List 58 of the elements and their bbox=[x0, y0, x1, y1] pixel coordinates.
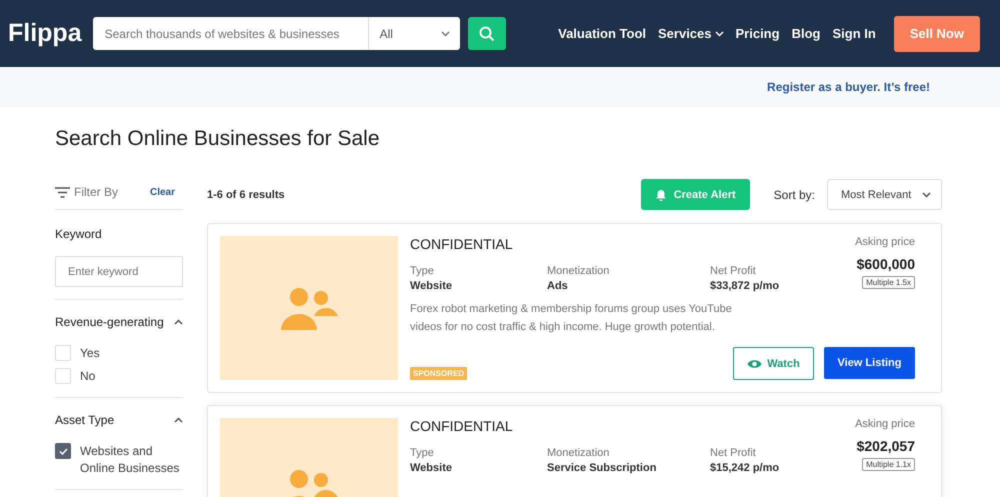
field-value: $15,242 p/mo bbox=[710, 462, 780, 474]
field-label: Net Profit bbox=[710, 265, 757, 277]
category-dropdown[interactable]: All bbox=[368, 17, 460, 50]
checkbox[interactable] bbox=[55, 443, 71, 459]
field-value: Ads bbox=[547, 280, 569, 292]
listing-title: CONFIDENTIAL bbox=[410, 418, 514, 434]
search-field[interactable]: Search thousands of websites & businesses bbox=[92, 17, 368, 50]
search-icon bbox=[478, 26, 495, 42]
people-icon bbox=[280, 286, 338, 330]
nav-link[interactable]: Blog bbox=[792, 26, 820, 41]
nav-link[interactable]: Services bbox=[658, 26, 724, 41]
multiple-tag: Multiple 1.1x bbox=[862, 458, 915, 471]
section-title: Keyword bbox=[55, 227, 102, 241]
sponsored-badge: SPONSORED bbox=[410, 367, 468, 380]
field-label: Net Profit bbox=[710, 447, 757, 459]
eye-icon bbox=[747, 358, 762, 368]
field-value: Website bbox=[410, 462, 453, 474]
nav-link[interactable]: Sign In bbox=[832, 26, 876, 41]
search-button[interactable] bbox=[468, 17, 506, 50]
price: $202,057 bbox=[856, 438, 915, 454]
field-value: Website bbox=[410, 280, 453, 292]
filter-label: Filter By bbox=[55, 185, 118, 199]
price: $600,000 bbox=[856, 256, 915, 272]
chevron-up-icon bbox=[174, 319, 183, 325]
asking-price-label: Asking price bbox=[855, 418, 915, 430]
keyword-field[interactable]: Enter keyword bbox=[55, 256, 183, 287]
view-listing-button[interactable]: View Listing bbox=[824, 347, 915, 379]
field-label: Type bbox=[410, 447, 435, 459]
checkbox-label: Yes bbox=[80, 345, 100, 362]
sort-dropdown[interactable]: Most Relevant bbox=[827, 179, 942, 210]
field-label: Monetization bbox=[547, 265, 610, 277]
check-icon bbox=[58, 448, 68, 454]
field-value: $33,872 p/mo bbox=[710, 280, 780, 292]
listing-title: CONFIDENTIAL bbox=[410, 236, 514, 252]
chevron-up-icon bbox=[174, 417, 183, 423]
nav-link[interactable]: Pricing bbox=[736, 26, 780, 41]
filter-icon bbox=[55, 186, 70, 198]
bell-icon bbox=[654, 188, 667, 200]
clear-link[interactable]: Clear bbox=[150, 186, 175, 198]
chevron-down-icon bbox=[922, 192, 931, 198]
chevron-down-icon bbox=[440, 30, 450, 36]
section-title: Revenue-generating bbox=[55, 315, 164, 329]
chevron-down-icon bbox=[714, 30, 724, 36]
logo[interactable]: Flippa bbox=[8, 19, 82, 48]
checkbox-label: No bbox=[80, 368, 96, 385]
results-count: 1-6 of 6 results bbox=[207, 188, 285, 200]
sort-label: Sort by: bbox=[774, 188, 815, 202]
listing-description: Forex robot marketing & membership forums group uses YouTube videos for no cost traffic & high income. Huge growth potential. bbox=[410, 302, 733, 335]
section-title: Asset Type bbox=[55, 413, 114, 427]
multiple-tag: Multiple 1.5x bbox=[862, 276, 915, 289]
field-value: Service Subscription bbox=[547, 462, 658, 474]
asking-price-label: Asking price bbox=[855, 236, 915, 248]
nav-link[interactable]: Valuation Tool bbox=[558, 26, 646, 41]
field-label: Type bbox=[410, 265, 435, 277]
page-title: Search Online Businesses for Sale bbox=[55, 127, 381, 151]
register-link[interactable]: Register as a buyer. It’s free! bbox=[767, 80, 930, 94]
field-label: Monetization bbox=[547, 447, 610, 459]
checkbox-label: Websites and Online Businesses bbox=[80, 443, 180, 477]
